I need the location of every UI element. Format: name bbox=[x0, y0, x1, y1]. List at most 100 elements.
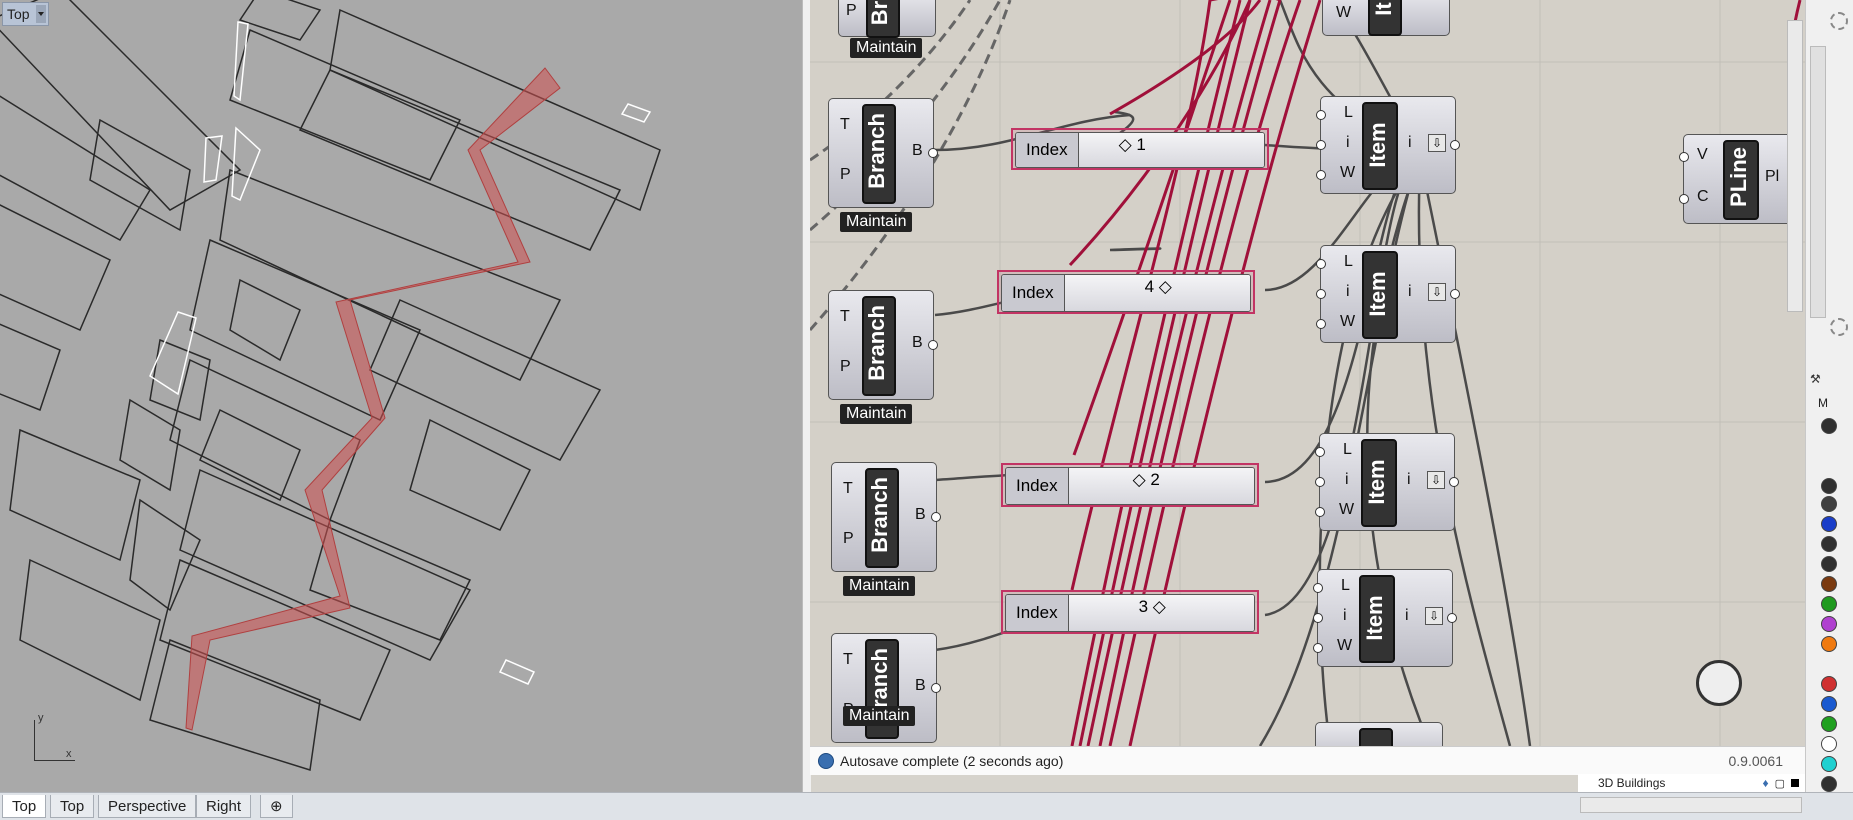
input-label: P bbox=[843, 530, 854, 547]
layer-color-swatch[interactable] bbox=[1821, 776, 1837, 792]
light-bulb-icon[interactable]: ♦ bbox=[1762, 776, 1768, 790]
column-header: M bbox=[1818, 396, 1828, 410]
input-port[interactable] bbox=[1316, 170, 1326, 180]
input-port[interactable] bbox=[1679, 152, 1689, 162]
axis-x-label: x bbox=[66, 748, 72, 760]
tab-top-2[interactable]: Top bbox=[50, 795, 95, 818]
input-port[interactable] bbox=[1313, 613, 1323, 623]
chevron-down-icon[interactable]: ⇩ bbox=[1427, 471, 1445, 489]
item-component-3[interactable]: L i W i Item ⇩ bbox=[1315, 433, 1459, 533]
index-slider-1[interactable]: Index ◇ 1 bbox=[1011, 128, 1269, 170]
branch-component-3[interactable]: T P B Branch Maintain bbox=[831, 462, 941, 602]
branch-component-1[interactable]: T P B Branch Maintain bbox=[828, 98, 938, 238]
layer-color-swatch[interactable] bbox=[1821, 496, 1837, 512]
index-slider-4[interactable]: Index 3 ◇ bbox=[1001, 590, 1259, 634]
layer-color-swatch[interactable] bbox=[1821, 516, 1837, 532]
layer-color-swatch[interactable] bbox=[1821, 576, 1837, 592]
status-bar: Autosave complete (2 seconds ago) 0.9.00… bbox=[810, 746, 1805, 775]
slider-track[interactable]: ◇ 2 bbox=[1068, 468, 1254, 504]
lock-icon[interactable]: ▢ bbox=[1775, 777, 1785, 790]
tab-top[interactable]: Top bbox=[2, 795, 47, 818]
chevron-down-icon[interactable]: ⇩ bbox=[1428, 134, 1446, 152]
output-port[interactable] bbox=[1449, 477, 1459, 487]
grasshopper-canvas[interactable]: P Br Maintain T P B Branch Maintain T P … bbox=[810, 0, 1805, 746]
item-component-0[interactable]: W It bbox=[1322, 0, 1452, 38]
slider-track[interactable]: 4 ◇ bbox=[1064, 275, 1250, 311]
color-icon[interactable] bbox=[1791, 779, 1799, 787]
input-port[interactable] bbox=[1316, 289, 1326, 299]
slider-value: 4 ◇ bbox=[1144, 277, 1172, 296]
input-label: L bbox=[1344, 253, 1353, 270]
info-icon bbox=[818, 753, 834, 769]
output-port[interactable] bbox=[1450, 140, 1460, 150]
item-component-4[interactable]: L i W i Item ⇩ bbox=[1313, 569, 1457, 669]
layer-color-swatch[interactable] bbox=[1821, 616, 1837, 632]
branch-component-2[interactable]: T P B Branch Maintain bbox=[828, 290, 938, 430]
canvas-scrollbar[interactable] bbox=[1787, 20, 1803, 312]
chevron-down-icon[interactable] bbox=[35, 5, 46, 23]
slider-value: 3 ◇ bbox=[1138, 597, 1166, 616]
layer-row[interactable]: 3D Buildings ♦ ▢ bbox=[1578, 774, 1805, 792]
input-port[interactable] bbox=[1313, 583, 1323, 593]
panel-scrollbar[interactable] bbox=[1810, 46, 1826, 318]
tab-right[interactable]: Right bbox=[196, 795, 252, 818]
input-port[interactable] bbox=[1315, 447, 1325, 457]
street-map-drawing bbox=[0, 0, 661, 771]
input-label: P bbox=[840, 358, 851, 375]
input-port[interactable] bbox=[1316, 319, 1326, 329]
layer-color-swatch[interactable] bbox=[1821, 478, 1837, 494]
layer-color-swatch[interactable] bbox=[1821, 556, 1837, 572]
output-port[interactable] bbox=[1450, 289, 1460, 299]
branch-component-4[interactable]: T P B Branch bbox=[831, 633, 941, 743]
viewport-tabs: Top Top Perspective Right ⊕ bbox=[0, 792, 1853, 820]
input-port[interactable] bbox=[1316, 140, 1326, 150]
output-label: B bbox=[915, 677, 926, 694]
item-component-partial[interactable] bbox=[1315, 722, 1445, 746]
item-component-1[interactable]: L i W i Item ⇩ bbox=[1316, 96, 1460, 196]
gear-icon[interactable] bbox=[1830, 318, 1848, 336]
branch-component-0[interactable]: P Br Maintain bbox=[838, 0, 938, 58]
index-slider-2[interactable]: Index 4 ◇ bbox=[997, 270, 1255, 314]
layer-color-swatch[interactable] bbox=[1821, 536, 1837, 552]
layer-color-swatch[interactable] bbox=[1821, 418, 1837, 434]
tab-perspective[interactable]: Perspective bbox=[98, 795, 197, 818]
add-tab-button[interactable]: ⊕ bbox=[260, 795, 293, 818]
slider-track[interactable]: 3 ◇ bbox=[1068, 595, 1254, 631]
index-slider-3[interactable]: Index ◇ 2 bbox=[1001, 463, 1259, 507]
layer-color-swatch[interactable] bbox=[1821, 676, 1837, 692]
layer-color-swatch[interactable] bbox=[1821, 756, 1837, 772]
layer-color-swatch[interactable] bbox=[1821, 736, 1837, 752]
input-label: W bbox=[1340, 164, 1356, 181]
rhino-viewport-top[interactable]: Top y x bbox=[0, 0, 802, 792]
layer-color-swatch[interactable] bbox=[1821, 716, 1837, 732]
input-port[interactable] bbox=[1316, 259, 1326, 269]
output-port[interactable] bbox=[931, 683, 941, 693]
output-port[interactable] bbox=[1447, 613, 1457, 623]
layer-color-swatch[interactable] bbox=[1821, 596, 1837, 612]
horizontal-scrollbar[interactable] bbox=[1580, 797, 1802, 813]
input-port[interactable] bbox=[1313, 643, 1323, 653]
pline-component[interactable]: V C Pl PLine bbox=[1679, 134, 1803, 226]
output-port[interactable] bbox=[928, 148, 938, 158]
input-port[interactable] bbox=[1316, 110, 1326, 120]
viewport-label[interactable]: Top bbox=[2, 2, 49, 26]
canvas-widget-icon[interactable] bbox=[1696, 660, 1742, 706]
layer-color-swatch[interactable] bbox=[1821, 636, 1837, 652]
input-port[interactable] bbox=[1315, 477, 1325, 487]
output-label: B bbox=[912, 334, 923, 351]
input-label: T bbox=[840, 116, 850, 133]
slider-track[interactable]: ◇ 1 bbox=[1078, 133, 1264, 167]
gear-icon[interactable] bbox=[1830, 12, 1848, 30]
layer-color-swatch[interactable] bbox=[1821, 696, 1837, 712]
slider-label: Index bbox=[1006, 595, 1069, 631]
input-label: P bbox=[840, 166, 851, 183]
item-component-2[interactable]: L i W i Item ⇩ bbox=[1316, 245, 1460, 345]
output-port[interactable] bbox=[928, 340, 938, 350]
input-port[interactable] bbox=[1315, 507, 1325, 517]
input-port[interactable] bbox=[1679, 194, 1689, 204]
chevron-down-icon[interactable]: ⇩ bbox=[1428, 283, 1446, 301]
chevron-down-icon[interactable]: ⇩ bbox=[1425, 607, 1443, 625]
input-label: L bbox=[1344, 104, 1353, 121]
hammer-icon[interactable]: ⚒ bbox=[1810, 372, 1824, 386]
output-port[interactable] bbox=[931, 512, 941, 522]
